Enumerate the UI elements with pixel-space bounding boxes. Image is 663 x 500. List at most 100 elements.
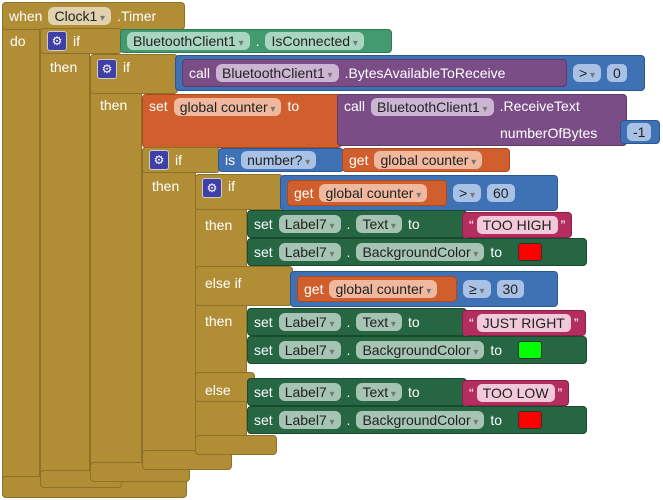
set-label: set (254, 384, 273, 400)
close-quote: ” (557, 385, 563, 401)
gear-icon[interactable]: ⚙ (202, 178, 222, 198)
gear-icon[interactable]: ⚙ (47, 31, 67, 51)
if-block-bytes[interactable] (90, 54, 142, 482)
then-label: then (50, 59, 78, 75)
call-label: call (189, 65, 211, 81)
to-label: to (407, 314, 420, 330)
component-dropdown[interactable]: Label7 (278, 383, 341, 401)
to-label: to (407, 216, 420, 232)
event-header[interactable]: when Clock1 .Timer (2, 2, 185, 30)
set-label: set (149, 98, 168, 114)
clock-timer-event-block[interactable] (2, 2, 40, 498)
if-label: if (73, 33, 80, 49)
text-block[interactable]: “ TOO HIGH ” (462, 212, 573, 238)
component-dropdown[interactable]: Label7 (278, 243, 341, 261)
component-dropdown[interactable]: Label7 (278, 215, 341, 233)
set-label: set (254, 216, 273, 232)
compare-block-60[interactable]: get global counter > 60 (280, 175, 558, 211)
component-dropdown[interactable]: Label7 (278, 341, 341, 359)
call-label: call (344, 98, 366, 114)
set-global-counter-block[interactable]: set global counter to (142, 94, 342, 148)
dot: . (346, 412, 351, 428)
property-dropdown[interactable]: Text (356, 313, 402, 331)
color-swatch[interactable] (518, 243, 543, 261)
then-label: then (100, 97, 128, 113)
get-counter-block[interactable]: get global counter (287, 180, 447, 206)
bytes-available-call[interactable]: call BluetoothClient1 .BytesAvailableToR… (182, 59, 567, 87)
number-field[interactable]: 30 (496, 280, 525, 298)
get-label: get (294, 185, 314, 201)
set-label: set (254, 342, 273, 358)
then-label: then (152, 178, 180, 194)
method-name: .BytesAvailableToReceive (344, 65, 506, 81)
property-dropdown[interactable]: Text (356, 383, 402, 401)
component-dropdown[interactable]: BluetoothClient1 (127, 32, 250, 50)
property-dropdown[interactable]: IsConnected (265, 32, 364, 50)
dot: . (346, 216, 351, 232)
text-field[interactable]: TOO LOW (476, 384, 555, 402)
operator-dropdown[interactable]: ≥ (463, 280, 491, 298)
is-label: is (225, 152, 236, 168)
operator-dropdown[interactable]: > (453, 184, 481, 202)
compare-block-30[interactable]: get global counter ≥ 30 (290, 271, 558, 307)
variable-dropdown[interactable]: global counter (374, 151, 483, 169)
number-field[interactable]: 0 (607, 64, 627, 82)
is-connected-block[interactable]: BluetoothClient1 . IsConnected (120, 29, 392, 53)
compare-block[interactable]: call BluetoothClient1 .BytesAvailableToR… (175, 55, 645, 91)
if4-header: ⚙ if (195, 174, 283, 210)
component-dropdown[interactable]: BluetoothClient1 (216, 64, 339, 82)
dot: . (346, 384, 351, 400)
then-label: then (205, 313, 233, 329)
set-label-text-block[interactable]: set Label7 . Text to (247, 210, 467, 238)
close-quote: ” (560, 217, 566, 233)
if2-header: ⚙ if (90, 54, 178, 94)
variable-dropdown[interactable]: global counter (319, 184, 428, 202)
component-dropdown[interactable]: Label7 (278, 411, 341, 429)
set-label-bgcolor-block[interactable]: set Label7 . BackgroundColor to (247, 238, 587, 266)
operator-dropdown[interactable]: > (573, 64, 601, 82)
get-label: get (349, 152, 369, 168)
set-label-bgcolor-block[interactable]: set Label7 . BackgroundColor to (247, 336, 587, 364)
open-quote: “ (469, 385, 474, 401)
close-quote: ” (573, 315, 579, 331)
property-dropdown[interactable]: BackgroundColor (356, 243, 485, 261)
set-label-text-block[interactable]: set Label7 . Text to (247, 308, 467, 336)
color-swatch[interactable] (518, 411, 543, 429)
is-number-block[interactable]: is number? (218, 148, 344, 172)
text-block[interactable]: “ JUST RIGHT ” (462, 310, 586, 336)
property-dropdown[interactable]: Text (356, 215, 402, 233)
do-label: do (10, 33, 26, 49)
number-field[interactable]: 60 (487, 184, 515, 202)
property-dropdown[interactable]: BackgroundColor (356, 341, 485, 359)
get-counter-block[interactable]: get global counter (342, 148, 510, 172)
else-label: else (205, 382, 231, 398)
set-label-bgcolor-block[interactable]: set Label7 . BackgroundColor to (247, 406, 587, 434)
variable-dropdown[interactable]: global counter (329, 280, 438, 298)
text-field[interactable]: JUST RIGHT (476, 314, 571, 332)
if1-header: ⚙ if (40, 28, 122, 54)
property-dropdown[interactable]: BackgroundColor (356, 411, 485, 429)
dot: . (346, 314, 351, 330)
when-label: when (9, 8, 43, 24)
method-name: .ReceiveText (499, 98, 580, 114)
variable-dropdown[interactable]: global counter (173, 98, 282, 116)
if-block-connected[interactable] (40, 28, 90, 488)
number-block[interactable]: -1 (620, 120, 660, 144)
if4-bottom (195, 435, 277, 455)
test-dropdown[interactable]: number? (241, 151, 317, 169)
component-dropdown[interactable]: Clock1 (48, 7, 112, 25)
dot: . (346, 342, 351, 358)
component-dropdown[interactable]: Label7 (278, 313, 341, 331)
if-label: if (175, 152, 182, 168)
set-label-text-block[interactable]: set Label7 . Text to (247, 378, 467, 406)
if-block-is-number[interactable] (142, 147, 196, 470)
gear-icon[interactable]: ⚙ (149, 150, 169, 170)
event-name: .Timer (117, 8, 157, 24)
get-counter-block[interactable]: get global counter (297, 276, 457, 302)
text-field[interactable]: TOO HIGH (476, 216, 558, 234)
number-field[interactable]: -1 (627, 123, 652, 141)
color-swatch[interactable] (518, 341, 543, 359)
text-block[interactable]: “ TOO LOW ” (462, 380, 570, 406)
gear-icon[interactable]: ⚙ (97, 59, 117, 79)
component-dropdown[interactable]: BluetoothClient1 (371, 98, 494, 116)
